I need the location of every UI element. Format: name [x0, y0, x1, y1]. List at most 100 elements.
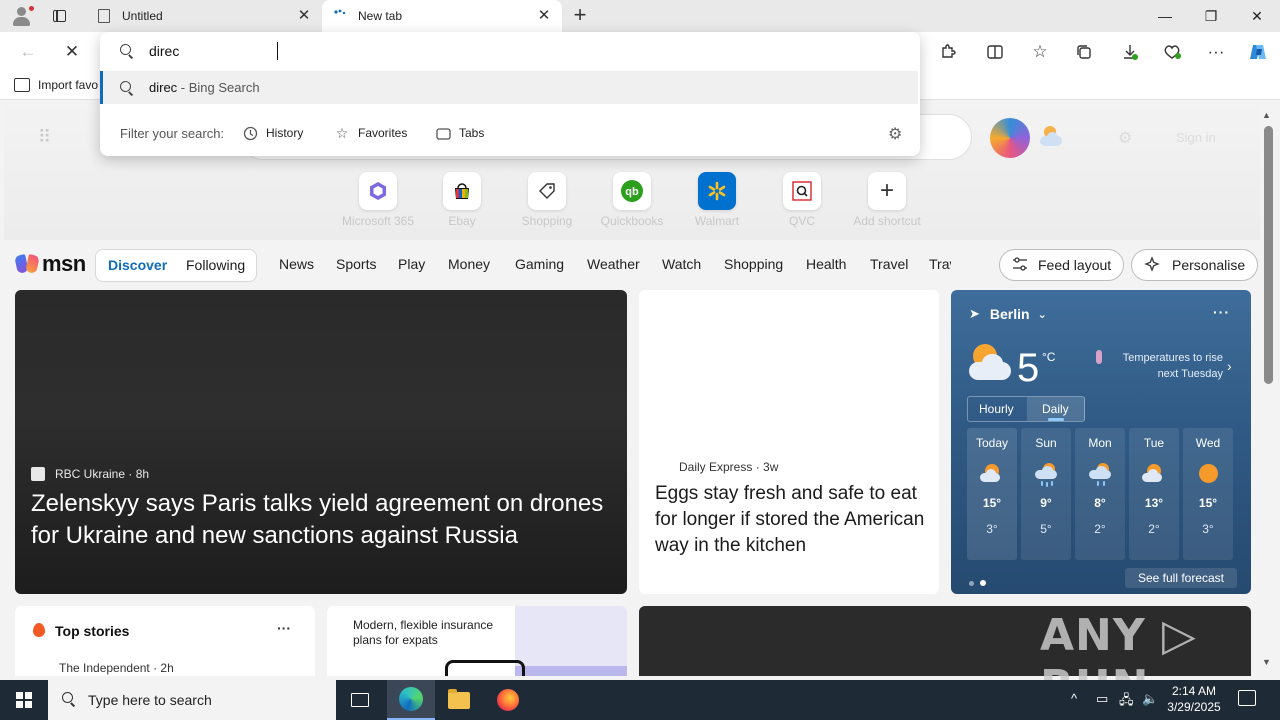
apps-grid-icon[interactable]: ⠿	[38, 128, 56, 146]
nav-news[interactable]: News	[279, 256, 314, 272]
gear-icon[interactable]: ⚙	[888, 124, 902, 144]
ad-card[interactable]: Modern, flexible insurance plans for exp…	[327, 606, 627, 676]
weather-location[interactable]: ➤ Berlin ⌄	[969, 306, 1047, 322]
personalise-button[interactable]: Personalise	[1131, 249, 1259, 281]
more-options-icon[interactable]: ···	[1213, 304, 1230, 320]
address-input[interactable]	[149, 41, 749, 61]
msn-logo[interactable]: msn	[14, 249, 86, 279]
weather-mini-icon[interactable]	[1038, 124, 1064, 150]
nav-travel-overflow[interactable]: Trav	[929, 256, 951, 272]
weather-card[interactable]: ➤ Berlin ⌄ ··· 5 °C Temperatures to rise…	[951, 290, 1251, 594]
copilot-icon[interactable]	[1244, 38, 1272, 66]
top-stories-card[interactable]: Top stories ··· The Independent · 2h	[15, 606, 315, 676]
taskbar-search[interactable]: Type here to search	[48, 680, 336, 720]
close-tab-icon[interactable]: ✕	[536, 8, 552, 24]
nav-watch[interactable]: Watch	[662, 256, 701, 272]
carousel-dots[interactable]	[969, 574, 992, 589]
star-icon: ☆	[335, 124, 349, 141]
tab-daily[interactable]: Daily	[1042, 402, 1069, 416]
search-suggestion[interactable]: direc - Bing Search	[100, 71, 918, 104]
notifications-icon[interactable]	[1238, 690, 1256, 706]
import-icon	[14, 78, 30, 92]
tab-following[interactable]: Following	[186, 257, 245, 273]
back-icon[interactable]: ←	[14, 38, 42, 66]
device-icon[interactable]: ▭	[1096, 691, 1108, 707]
browser-essentials-icon[interactable]	[1158, 38, 1186, 66]
loading-icon	[332, 8, 348, 24]
hero-article-card[interactable]: RBC Ukraine · 8h Zelenskyy says Paris ta…	[15, 290, 627, 594]
forecast-day[interactable]: Wed 15° 3°	[1183, 428, 1233, 560]
favorites-icon[interactable]: ☆	[1026, 38, 1054, 66]
profile-icon[interactable]	[8, 4, 36, 28]
sign-in-link[interactable]: Sign in	[1176, 130, 1216, 145]
see-full-forecast-link[interactable]: See full forecast	[1125, 568, 1237, 588]
task-view-button[interactable]	[336, 680, 384, 720]
new-tab-button[interactable]: +	[568, 4, 592, 28]
nav-travel[interactable]: Travel	[870, 256, 908, 272]
nav-play[interactable]: Play	[398, 256, 425, 272]
more-options-icon[interactable]: ···	[277, 620, 291, 636]
shortcut-shopping[interactable]: Shopping	[505, 172, 589, 232]
downloads-icon[interactable]	[1116, 38, 1144, 66]
windows-logo-icon	[16, 692, 32, 708]
feed-layout-button[interactable]: Feed layout	[999, 249, 1125, 281]
scroll-thumb[interactable]	[1264, 126, 1273, 384]
close-window-button[interactable]: ✕	[1234, 0, 1280, 32]
search-icon	[62, 692, 76, 707]
scroll-up-icon[interactable]: ▲	[1262, 110, 1271, 120]
nav-gaming[interactable]: Gaming	[515, 256, 564, 272]
split-screen-icon[interactable]	[981, 38, 1009, 66]
forecast-day[interactable]: Tue 13° 2°	[1129, 428, 1179, 560]
shortcut-ebay[interactable]: Ebay	[420, 172, 504, 232]
shortcut-add[interactable]: + Add shortcut	[845, 172, 929, 232]
filter-history[interactable]: History	[242, 121, 303, 145]
article-source: RBC Ukraine · 8h	[31, 467, 149, 481]
close-tab-icon[interactable]: ✕	[296, 8, 312, 24]
shortcut-quickbooks[interactable]: qb Quickbooks	[590, 172, 674, 232]
nav-shopping[interactable]: Shopping	[724, 256, 783, 272]
taskbar-file-explorer[interactable]	[435, 680, 483, 720]
nav-health[interactable]: Health	[806, 256, 846, 272]
address-bar[interactable]	[100, 32, 920, 70]
scroll-down-icon[interactable]: ▼	[1262, 657, 1271, 667]
restore-button[interactable]: ❐	[1188, 0, 1234, 32]
filter-favorites[interactable]: ☆ Favorites	[334, 121, 408, 145]
settings-more-icon[interactable]: ···	[1202, 38, 1230, 66]
minimize-button[interactable]: —	[1142, 0, 1188, 32]
start-button[interactable]	[0, 680, 48, 720]
collections-icon[interactable]	[1070, 38, 1098, 66]
chevron-up-icon[interactable]: ^	[1071, 691, 1077, 706]
shortcut-walmart[interactable]: Walmart	[675, 172, 759, 232]
weather-note[interactable]: Temperatures to rise next Tuesday	[1111, 350, 1223, 382]
import-favorites-button[interactable]: Import favo	[14, 78, 98, 92]
article-card[interactable]: Daily Express · 3w Eggs stay fresh and s…	[639, 290, 939, 594]
msn-logo-text: msn	[42, 251, 86, 276]
shortcut-qvc[interactable]: QVC	[760, 172, 844, 232]
page-settings-icon[interactable]: ⚙	[1118, 128, 1132, 148]
extensions-icon[interactable]	[934, 38, 962, 66]
nav-sports[interactable]: Sports	[336, 256, 376, 272]
tab-discover[interactable]: Discover	[108, 257, 167, 273]
taskbar-firefox[interactable]	[484, 680, 532, 720]
tab-new-tab[interactable]: New tab ✕	[322, 0, 562, 32]
system-clock[interactable]: 2:14 AM 3/29/2025	[1160, 683, 1228, 715]
text-cursor	[277, 42, 278, 60]
tab-actions-icon[interactable]	[50, 7, 68, 25]
hero-article-title[interactable]: Zelenskyy says Paris talks yield agreeme…	[31, 488, 621, 552]
nav-money[interactable]: Money	[448, 256, 490, 272]
copilot-avatar-icon[interactable]	[990, 118, 1030, 158]
article-title[interactable]: Eggs stay fresh and safe to eat for long…	[655, 481, 927, 559]
forecast-day[interactable]: Mon 8° 2°	[1075, 428, 1125, 560]
tab-hourly[interactable]: Hourly	[979, 402, 1014, 416]
chevron-right-icon[interactable]: ›	[1227, 358, 1232, 374]
filter-tabs[interactable]: Tabs	[435, 121, 484, 145]
shortcut-microsoft-365[interactable]: Microsoft 365	[336, 172, 420, 232]
nav-weather[interactable]: Weather	[587, 256, 640, 272]
stop-loading-icon[interactable]: ✕	[58, 38, 86, 66]
forecast-day[interactable]: Sun 9° 5°	[1021, 428, 1071, 560]
volume-icon[interactable]: 🔈	[1142, 691, 1158, 707]
network-icon[interactable]: 🖧	[1119, 691, 1134, 713]
tab-untitled[interactable]: Untitled ✕	[86, 0, 322, 32]
forecast-day[interactable]: Today 15° 3°	[967, 428, 1017, 560]
taskbar-edge[interactable]	[387, 680, 435, 720]
